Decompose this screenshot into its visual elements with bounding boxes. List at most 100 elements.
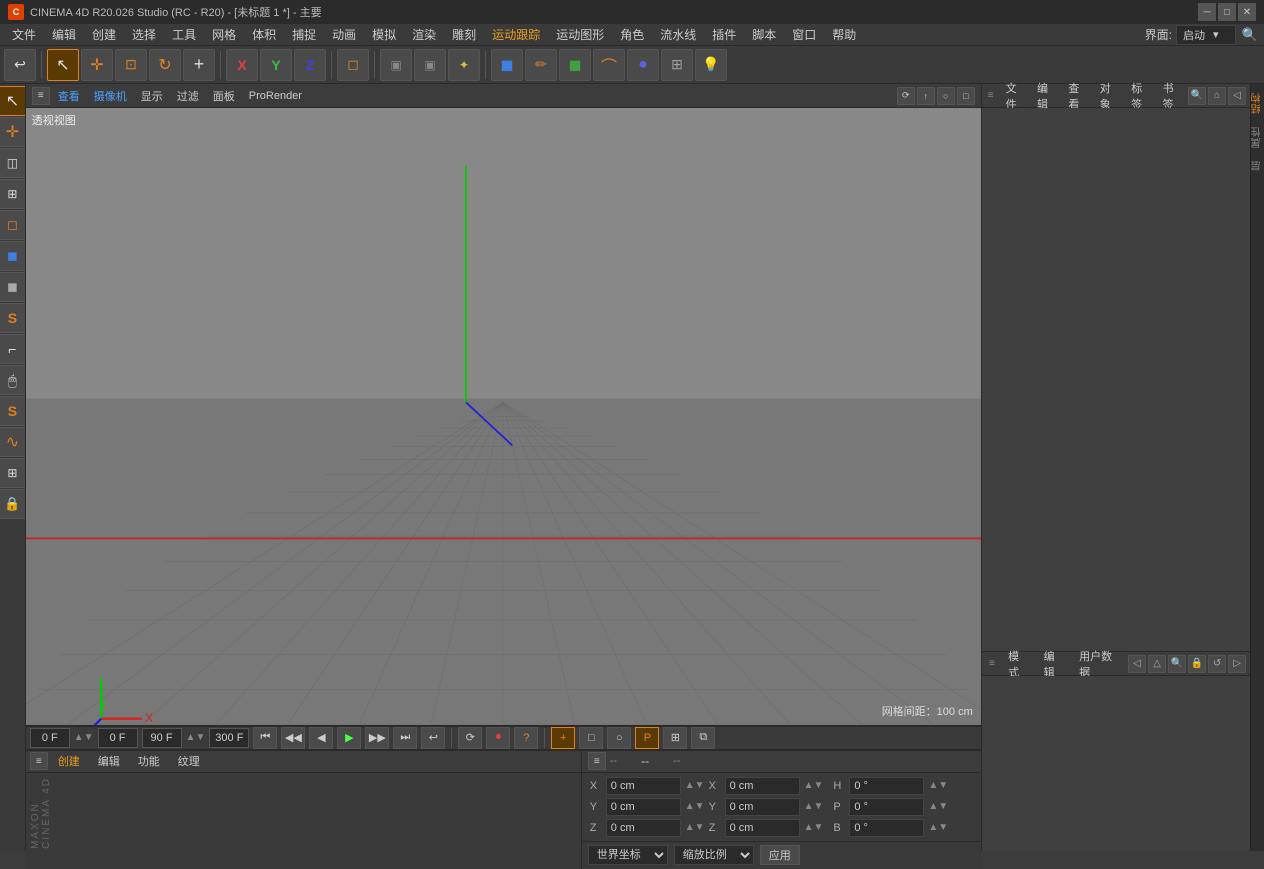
bend-button[interactable]: ⌒ xyxy=(593,49,625,81)
bl-tab-create[interactable]: 创建 xyxy=(50,751,88,771)
next-frame-button[interactable]: ▶▶ xyxy=(365,727,389,749)
vp-menu-prorender[interactable]: ProRender xyxy=(243,88,308,104)
prev-frame-button[interactable]: ◀ xyxy=(309,727,333,749)
sb-cube3-button[interactable]: ◼ xyxy=(0,272,26,302)
edge-tab-layer[interactable]: 层 xyxy=(1249,154,1264,177)
rb-forward-icon[interactable]: ▷ xyxy=(1228,655,1246,673)
motion-clip-button[interactable]: + xyxy=(551,727,575,749)
x-size-input[interactable] xyxy=(725,777,800,795)
vp-menu-camera[interactable]: 摄像机 xyxy=(88,86,133,106)
menu-tools[interactable]: 工具 xyxy=(164,24,204,45)
vp-up-icon[interactable]: ↑ xyxy=(917,87,935,105)
p-arrow[interactable]: ▲▼ xyxy=(928,801,948,812)
axis-x-button[interactable]: X xyxy=(226,49,258,81)
z-size-input[interactable] xyxy=(725,819,800,837)
b-arrow[interactable]: ▲▼ xyxy=(928,822,948,833)
scale-type-select[interactable]: 缩放比例 xyxy=(674,845,754,865)
vp-menu-display[interactable]: 显示 xyxy=(135,86,169,106)
z-pos-input[interactable] xyxy=(606,819,681,837)
goto-end-button[interactable]: ⏭ xyxy=(393,727,417,749)
vp-square-icon[interactable]: □ xyxy=(957,87,975,105)
menu-script[interactable]: 脚本 xyxy=(744,24,784,45)
sb-grid2-button[interactable]: ⊞ xyxy=(0,458,26,488)
menu-character[interactable]: 角色 xyxy=(612,24,652,45)
h-rot-input[interactable] xyxy=(849,777,924,795)
y-arrow-1[interactable]: ▲▼ xyxy=(685,801,705,812)
loop-button[interactable]: ↩ xyxy=(421,727,445,749)
sb-corner-button[interactable]: ⌐ xyxy=(0,334,26,364)
floor-button[interactable]: ◼ xyxy=(491,49,523,81)
edge-tab-attr[interactable]: 属性 xyxy=(1249,120,1264,154)
p-rot-input[interactable] xyxy=(849,798,924,816)
object-tool-button[interactable]: ◻ xyxy=(337,49,369,81)
sb-move-button[interactable]: ✛ xyxy=(0,117,26,147)
render-region-button[interactable]: ▣ xyxy=(380,49,412,81)
vp-nav-icon[interactable]: ⟳ xyxy=(897,87,915,105)
bl-tab-texture[interactable]: 纹理 xyxy=(170,751,208,771)
y-size-input[interactable] xyxy=(725,798,800,816)
vp-circle-icon[interactable]: ○ xyxy=(937,87,955,105)
key-help-button[interactable]: ? xyxy=(514,727,538,749)
end-frame-input[interactable] xyxy=(142,728,182,748)
motion-grid-button[interactable]: ⊞ xyxy=(663,727,687,749)
x-arrow-1[interactable]: ▲▼ xyxy=(685,780,705,791)
select-tool-button[interactable]: ↖ xyxy=(47,49,79,81)
y-arrow-2[interactable]: ▲▼ xyxy=(804,801,824,812)
out-frame-input[interactable] xyxy=(209,728,249,748)
y-pos-input[interactable] xyxy=(606,798,681,816)
viewport-menu-icon[interactable]: ≡ xyxy=(32,87,50,105)
scale-tool-button[interactable]: ⊡ xyxy=(115,49,147,81)
undo-button[interactable] xyxy=(4,49,36,81)
motion-film-button[interactable]: ⧉ xyxy=(691,727,715,749)
sb-s2-button[interactable]: S xyxy=(0,396,26,426)
vp-menu-filter[interactable]: 过滤 xyxy=(171,86,205,106)
move-tool-button[interactable]: ✛ xyxy=(81,49,113,81)
rt-icon[interactable]: ≡ xyxy=(986,89,996,103)
world-coord-select[interactable]: 世界坐标 xyxy=(588,845,668,865)
b-rot-input[interactable] xyxy=(849,819,924,837)
menu-simulate[interactable]: 模拟 xyxy=(364,24,404,45)
menu-create[interactable]: 创建 xyxy=(84,24,124,45)
menu-search-icon[interactable]: 🔍 xyxy=(1240,25,1260,45)
current-frame-input[interactable] xyxy=(30,728,70,748)
br-icon[interactable]: ≡ xyxy=(588,752,606,770)
goto-start-button[interactable]: ⏮ xyxy=(253,727,277,749)
title-bar-controls[interactable]: ─ □ ✕ xyxy=(1198,3,1256,21)
rb-back-icon[interactable]: ◁ xyxy=(1128,655,1146,673)
viewport-canvas[interactable]: 透视视图 网格间距：100 cm xyxy=(26,108,981,725)
menu-volume[interactable]: 体积 xyxy=(244,24,284,45)
menu-file[interactable]: 文件 xyxy=(4,24,44,45)
rb-lock-icon[interactable]: 🔒 xyxy=(1188,655,1206,673)
rotate-tool-button[interactable]: ↻ xyxy=(149,49,181,81)
menu-mesh[interactable]: 网格 xyxy=(204,24,244,45)
auto-key-button[interactable]: ⏺ xyxy=(486,727,510,749)
render-settings-button[interactable]: ✦ xyxy=(448,49,480,81)
sb-cube-button[interactable]: ◻ xyxy=(0,210,26,240)
z-arrow-2[interactable]: ▲▼ xyxy=(804,822,824,833)
motion-circle-button[interactable]: ○ xyxy=(607,727,631,749)
close-button[interactable]: ✕ xyxy=(1238,3,1256,21)
vp-menu-view[interactable]: 查看 xyxy=(52,86,86,106)
h-arrow[interactable]: ▲▼ xyxy=(928,780,948,791)
menu-snap[interactable]: 捕捉 xyxy=(284,24,324,45)
menu-motion-track[interactable]: 运动跟踪 xyxy=(484,24,548,45)
array-button[interactable]: ⊞ xyxy=(661,49,693,81)
menu-help[interactable]: 帮助 xyxy=(824,24,864,45)
menu-plugin[interactable]: 插件 xyxy=(704,24,744,45)
sb-mouse-button[interactable]: 🖱 xyxy=(0,365,26,395)
record-button[interactable]: ⟳ xyxy=(458,727,482,749)
rb-undo-icon[interactable]: ↺ xyxy=(1208,655,1226,673)
prev-key-button[interactable]: ◀◀ xyxy=(281,727,305,749)
motion-p-button[interactable]: P xyxy=(635,727,659,749)
rb-search-icon[interactable]: 🔍 xyxy=(1168,655,1186,673)
menu-sculpt[interactable]: 雕刻 xyxy=(444,24,484,45)
menu-pipeline[interactable]: 流水线 xyxy=(652,24,704,45)
rt-search-icon[interactable]: 🔍 xyxy=(1188,87,1206,105)
bl-tab-function[interactable]: 功能 xyxy=(130,751,168,771)
axis-y-button[interactable]: Y xyxy=(260,49,292,81)
bl-icon[interactable]: ≡ xyxy=(30,752,48,770)
rt-home-icon[interactable]: ⌂ xyxy=(1208,87,1226,105)
maximize-button[interactable]: □ xyxy=(1218,3,1236,21)
add-tool-button[interactable]: + xyxy=(183,49,215,81)
motion-square-button[interactable]: □ xyxy=(579,727,603,749)
